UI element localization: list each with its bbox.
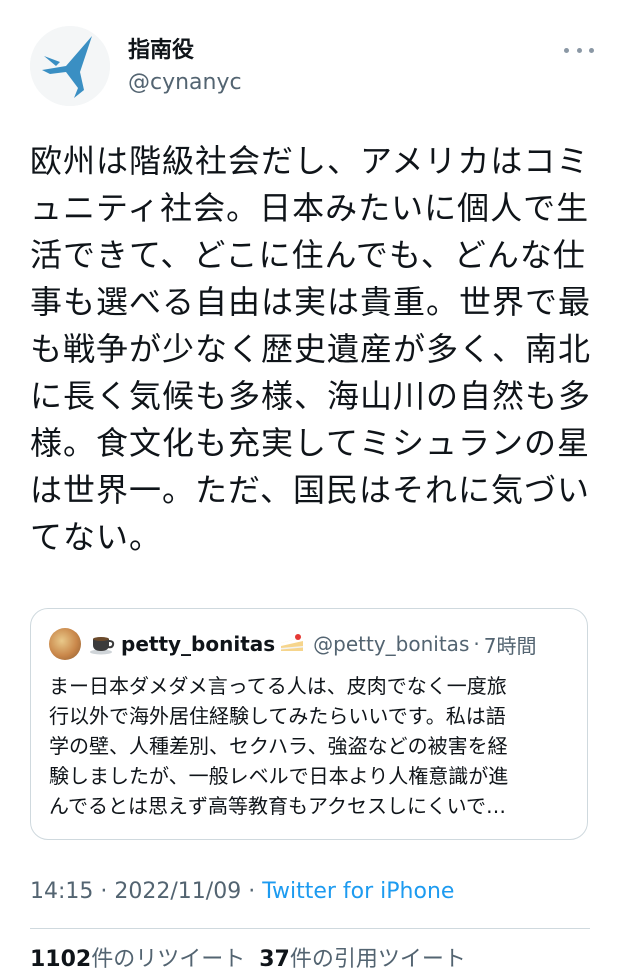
quotes-count: 37 <box>259 947 290 972</box>
coffee-cup-icon <box>90 637 115 655</box>
quoted-time: 7時間 <box>483 633 537 658</box>
divider <box>30 928 590 929</box>
tweet-detail: 指南役 @cynanyc 欧州は階級社会だし、アメリカはコミ ュニティ社会。日本… <box>0 0 620 972</box>
quoted-line: んでるとは思えず高等教育もアクセスしにくいで… <box>49 794 506 818</box>
quotes-label: 件の引用ツイート <box>289 947 466 972</box>
retweets-label: 件のリツイート <box>91 947 246 972</box>
tweet-line: てない。 <box>30 518 163 556</box>
more-dots-icon[interactable] <box>564 40 594 60</box>
quoted-line: 学の壁、人種差別、セクハラ、強盗などの被害を経 <box>49 734 508 758</box>
tweet-header: 指南役 @cynanyc <box>30 26 594 110</box>
quoted-author-avatar <box>49 628 81 660</box>
quoted-line: まー日本ダメダメ言ってる人は、皮肉でなく一度旅 <box>49 674 507 698</box>
quote-tweets-stat[interactable]: 37件の引用ツイート <box>259 947 466 972</box>
quoted-author-handle: @petty_bonitas <box>313 632 470 656</box>
tweet-line: に長く気候も多様、海山川の自然も多 <box>30 377 592 415</box>
tweet-line: 活できて、どこに住んでも、どんな仕 <box>30 236 586 274</box>
quoted-separator: · <box>473 632 480 656</box>
tweet-source-link[interactable]: Twitter for iPhone <box>262 879 454 904</box>
quoted-tweet-header: petty_bonitas @petty_bonitas · 7時間 <box>49 627 536 661</box>
author-handle[interactable]: @cynanyc <box>128 68 242 98</box>
shortcake-icon <box>281 634 304 651</box>
quoted-line: 験しましたが、一般レベルで日本より人権意識が進 <box>49 764 509 788</box>
retweets-stat[interactable]: 1102件のリツイート <box>30 947 245 972</box>
tweet-line: は世界一。ただ、国民はそれに気づい <box>30 471 591 509</box>
quoted-line: 行以外で海外居住経験してみたらいいです。私は語 <box>49 704 506 728</box>
tweet-body: 欧州は階級社会だし、アメリカはコミ ュニティ社会。日本みたいに個人で生 活できて… <box>30 138 590 561</box>
tweet-stats: 1102件のリツイート 37件の引用ツイート <box>30 944 466 972</box>
meta-separator: · <box>93 879 115 904</box>
tweet-date: 2022/11/09 <box>114 879 242 904</box>
tweet-line: も戦争が少なく歴史遺産が多く、南北 <box>30 330 592 368</box>
author-display-name[interactable]: 指南役 <box>128 36 242 66</box>
paper-plane-logo-icon <box>30 26 110 106</box>
tweet-time: 14:15 <box>30 879 94 904</box>
quoted-author-name: petty_bonitas <box>121 632 276 656</box>
tweet-line: 様。食文化も充実してミシュランの星 <box>30 424 591 462</box>
author-avatar[interactable] <box>30 26 110 106</box>
author-names: 指南役 @cynanyc <box>128 36 242 98</box>
tweet-line: 欧州は階級社会だし、アメリカはコミ <box>30 142 590 180</box>
quoted-tweet-body: まー日本ダメダメ言ってる人は、皮肉でなく一度旅 行以外で海外居住経験してみたらい… <box>49 671 573 821</box>
retweets-count: 1102 <box>30 947 92 972</box>
quoted-tweet-card[interactable]: petty_bonitas @petty_bonitas · 7時間 まー日本ダ… <box>30 608 588 840</box>
meta-separator: · <box>241 879 263 904</box>
tweet-line: ュニティ社会。日本みたいに個人で生 <box>30 189 590 227</box>
tweet-meta: 14:15 · 2022/11/09 · Twitter for iPhone <box>30 876 454 908</box>
tweet-line: 事も選べる自由は実は貴重。世界で最 <box>30 283 592 321</box>
